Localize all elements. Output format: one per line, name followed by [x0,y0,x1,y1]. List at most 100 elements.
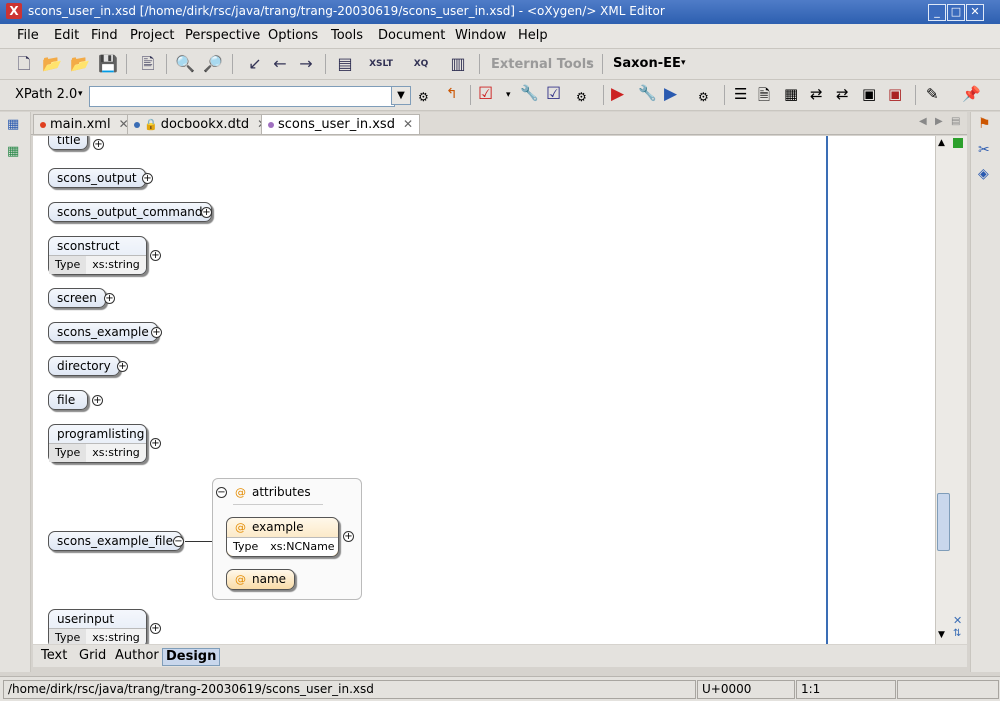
tab-main-xml[interactable]: main.xml ✕ [33,114,136,134]
check-wellformed-icon[interactable]: ☑ [546,84,561,104]
attributes-view-icon[interactable]: ⚑ [978,116,991,132]
menu-file[interactable]: File [17,28,39,43]
project-view-icon[interactable]: ▦ [7,117,19,132]
transformer-dropdown-icon[interactable]: ▾ [681,58,686,68]
element-title[interactable]: title [48,136,88,150]
vertical-scrollbar[interactable]: ▲ ▼ [935,136,951,644]
menu-project[interactable]: Project [130,28,174,43]
tabs-scroll-left-icon[interactable]: ◀ [919,116,927,127]
external-tools-button[interactable]: External Tools [491,57,594,72]
attribute-example[interactable]: @ example Type xs:NCName [226,517,339,557]
transform-with-icon[interactable]: ▶ [664,84,677,104]
expand-icon[interactable]: + [104,293,115,304]
format-indent-icon[interactable]: ☰ [734,85,747,103]
minimize-button[interactable]: _ [928,4,946,21]
find-icon[interactable]: 🔍 [173,52,197,76]
outline-view-icon[interactable]: ▦ [7,144,19,159]
attribute-name-node[interactable]: @ name [226,569,296,590]
palette-view-icon[interactable]: ✂ [978,142,990,158]
validate-dropdown-icon[interactable]: ▾ [506,90,511,100]
menu-tools[interactable]: Tools [331,28,363,43]
navigate-markers-icon[interactable]: ⇅ [953,628,961,639]
validate-icon[interactable]: ☑ [478,84,493,104]
tabs-scroll-right-icon[interactable]: ▶ [935,116,943,127]
expand-icon[interactable]: + [150,623,161,634]
flatten-icon[interactable]: ▣ [862,85,876,103]
tabs-list-icon[interactable]: ▤ [951,116,960,127]
mode-text[interactable]: Text [38,648,70,664]
mode-design[interactable]: Design [162,648,221,666]
menu-options[interactable]: Options [268,28,318,43]
element-scons-output[interactable]: scons_output [48,168,146,188]
find-in-files-icon[interactable]: 🔎 [201,52,225,76]
element-programlisting[interactable]: programlisting Type xs:string [48,424,147,463]
forward-icon[interactable]: → [294,52,318,76]
components-view-icon[interactable]: ◈ [978,166,989,182]
scrollbar-thumb[interactable] [937,493,950,551]
apply-transformation-icon[interactable]: ▶ [611,84,624,104]
menu-edit[interactable]: Edit [54,28,79,43]
mode-grid[interactable]: Grid [76,648,109,664]
element-screen[interactable]: screen [48,288,106,308]
validation-settings-icon[interactable]: ⚙ [576,90,587,104]
expand-icon[interactable]: + [142,173,153,184]
xpath-back-icon[interactable]: ↰ [446,86,458,102]
xpath-version-dropdown-icon[interactable]: ▾ [78,89,83,99]
element-sconstruct[interactable]: sconstruct Type xs:string [48,236,147,275]
refactor-icon[interactable]: ⇄ [810,85,823,103]
schema-icon[interactable]: ▦ [784,85,798,103]
menu-window[interactable]: Window [455,28,506,43]
expand-icon[interactable]: + [117,361,128,372]
xpath-version-selector[interactable]: XPath 2.0 [15,87,77,102]
scroll-up-icon[interactable]: ▲ [938,138,945,148]
schema-outline-icon[interactable]: ▤ [333,52,357,76]
xquery-debugger-icon[interactable]: XQ [406,52,436,76]
menu-document[interactable]: Document [378,28,445,43]
documentation-icon[interactable]: ▣ [888,85,902,103]
expand-icon[interactable]: + [150,250,161,261]
new-file-icon[interactable]: 🗋 [12,52,36,76]
tab-scons-user-in-xsd[interactable]: scons_user_in.xsd ✕ [261,114,421,134]
clear-markers-icon[interactable]: ✕ [953,614,962,627]
xpath-settings-icon[interactable]: ⚙ [418,90,429,104]
expand-icon[interactable]: + [343,531,354,542]
collapse-icon[interactable]: − [216,487,227,498]
collapse-icon[interactable]: − [173,536,184,547]
open-url-icon[interactable]: 📂 [68,52,92,76]
element-file[interactable]: file [48,390,88,410]
configure-transformation-icon[interactable]: 🔧 [638,84,657,102]
expand-icon[interactable]: + [92,395,103,406]
xpath-history-dropdown[interactable]: ▼ [391,86,411,105]
element-scons-example[interactable]: scons_example [48,322,158,342]
close-tab-icon[interactable]: ✕ [403,117,413,131]
configure-validation-icon[interactable]: 🔧 [520,84,539,102]
element-scons-output-command[interactable]: scons_output_command [48,202,212,222]
save-icon[interactable]: 💾 [96,52,120,76]
external-tools-dropdown-icon[interactable]: ▾ [587,58,592,68]
open-file-icon[interactable]: 📂 [40,52,64,76]
expand-icon[interactable]: + [201,207,212,218]
tab-docbookx-dtd[interactable]: 🔒docbookx.dtd✕ [127,114,275,134]
close-button[interactable]: ✕ [966,4,984,21]
last-edit-icon[interactable]: ↙ [243,52,267,76]
expand-icon[interactable]: + [93,139,104,150]
mode-author[interactable]: Author [112,648,162,664]
element-userinput[interactable]: userinput Type xs:string [48,609,147,644]
element-scons-example-file[interactable]: scons_example_file [48,531,182,551]
transformation-settings-icon[interactable]: ⚙ [698,90,709,104]
expand-icon[interactable]: + [150,438,161,449]
menu-perspective[interactable]: Perspective [185,28,260,43]
print-icon[interactable]: 🖹 [136,52,160,76]
pin-icon[interactable]: 📌 [962,85,981,103]
expand-icon[interactable]: + [151,327,162,338]
back-icon[interactable]: ← [268,52,292,76]
element-directory[interactable]: directory [48,356,120,376]
generate-icon[interactable]: ⇄ [836,85,849,103]
schema-design-canvas[interactable]: title + scons_output + scons_output_comm… [33,136,935,644]
maximize-button[interactable]: □ [947,4,965,21]
edit-properties-icon[interactable]: ✎ [926,85,939,103]
attributes-group[interactable]: − @ attributes @ example Type xs:NCName + @ n… [212,478,362,600]
menu-find[interactable]: Find [91,28,118,43]
menu-help[interactable]: Help [518,28,548,43]
xslt-debugger-icon[interactable]: XSLT [366,52,396,76]
